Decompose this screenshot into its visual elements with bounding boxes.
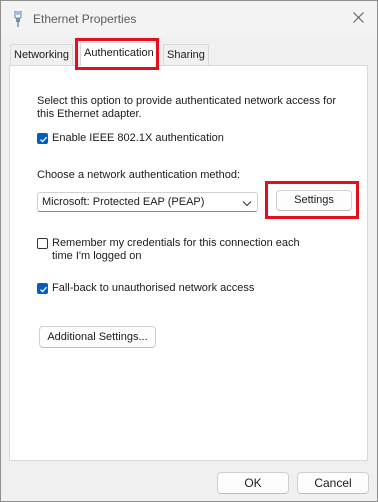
checkbox-checked-icon xyxy=(37,283,48,294)
title-bar[interactable]: Ethernet Properties xyxy=(1,1,377,37)
enable-8021x-checkbox[interactable]: Enable IEEE 802.1X authentication xyxy=(37,132,224,145)
properties-dialog: Ethernet Properties Networking Authentic… xyxy=(0,0,378,502)
enable-8021x-label: Enable IEEE 802.1X authentication xyxy=(52,132,224,144)
ok-button[interactable]: OK xyxy=(217,472,289,494)
remember-credentials-checkbox[interactable]: Remember my credentials for this connect… xyxy=(37,237,307,263)
remember-credentials-label: Remember my credentials for this connect… xyxy=(52,237,300,262)
description-text: Select this option to provide authentica… xyxy=(37,95,337,120)
window-title: Ethernet Properties xyxy=(33,12,137,26)
chevron-down-icon xyxy=(242,198,252,210)
tab-sharing[interactable]: Sharing xyxy=(163,44,209,65)
close-icon xyxy=(352,12,364,26)
tab-authentication[interactable]: Authentication xyxy=(80,42,158,66)
method-label: Choose a network authentication method: xyxy=(37,169,241,181)
fallback-label: Fall-back to unauthorised network access xyxy=(52,282,255,294)
settings-button[interactable]: Settings xyxy=(276,190,352,211)
close-button[interactable] xyxy=(347,7,369,29)
ethernet-plug-icon xyxy=(13,10,23,27)
authentication-method-select[interactable]: Microsoft: Protected EAP (PEAP) xyxy=(37,192,258,212)
checkbox-unchecked-icon xyxy=(37,238,48,249)
tab-networking[interactable]: Networking xyxy=(10,44,74,65)
select-value: Microsoft: Protected EAP (PEAP) xyxy=(42,196,205,208)
cancel-button[interactable]: Cancel xyxy=(297,472,369,494)
fallback-checkbox[interactable]: Fall-back to unauthorised network access xyxy=(37,282,254,295)
additional-settings-button[interactable]: Additional Settings... xyxy=(39,326,156,348)
checkbox-checked-icon xyxy=(37,133,48,144)
authentication-panel: Select this option to provide authentica… xyxy=(9,65,368,461)
